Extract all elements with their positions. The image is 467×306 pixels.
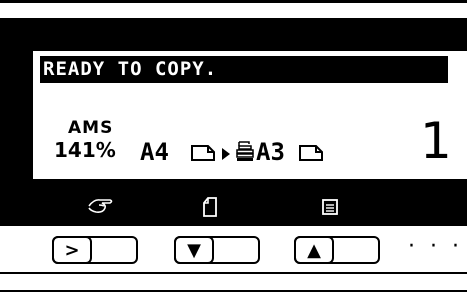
mode-label: AMS: [68, 118, 114, 138]
soft-key-2-button[interactable]: ▼: [174, 236, 260, 264]
soft-key-1-button[interactable]: >: [52, 236, 138, 264]
zoom-ratio: 141%: [54, 138, 116, 162]
top-bezel: [0, 0, 467, 3]
original-size: A4: [140, 138, 169, 166]
hand-finger-icon: [88, 199, 113, 213]
arrow-right-icon: [222, 148, 230, 160]
divider: [0, 272, 467, 274]
copy-size: A3: [256, 138, 285, 166]
up-arrow-label: ▲: [294, 236, 334, 264]
soft-key-3-button[interactable]: ▲: [294, 236, 380, 264]
status-message: READY TO COPY.: [40, 56, 448, 83]
document-lines-icon: [322, 199, 338, 215]
next-label: >: [52, 236, 92, 264]
more-indicator: · · ·: [408, 234, 463, 259]
portrait-sheet-icon: [203, 197, 217, 217]
divider: [0, 290, 467, 292]
paper-tray-icon: [236, 141, 254, 161]
down-arrow-label: ▼: [174, 236, 214, 264]
copy-count: 1: [420, 112, 452, 170]
landscape-paper-icon: [299, 145, 323, 161]
landscape-paper-icon: [191, 145, 215, 161]
